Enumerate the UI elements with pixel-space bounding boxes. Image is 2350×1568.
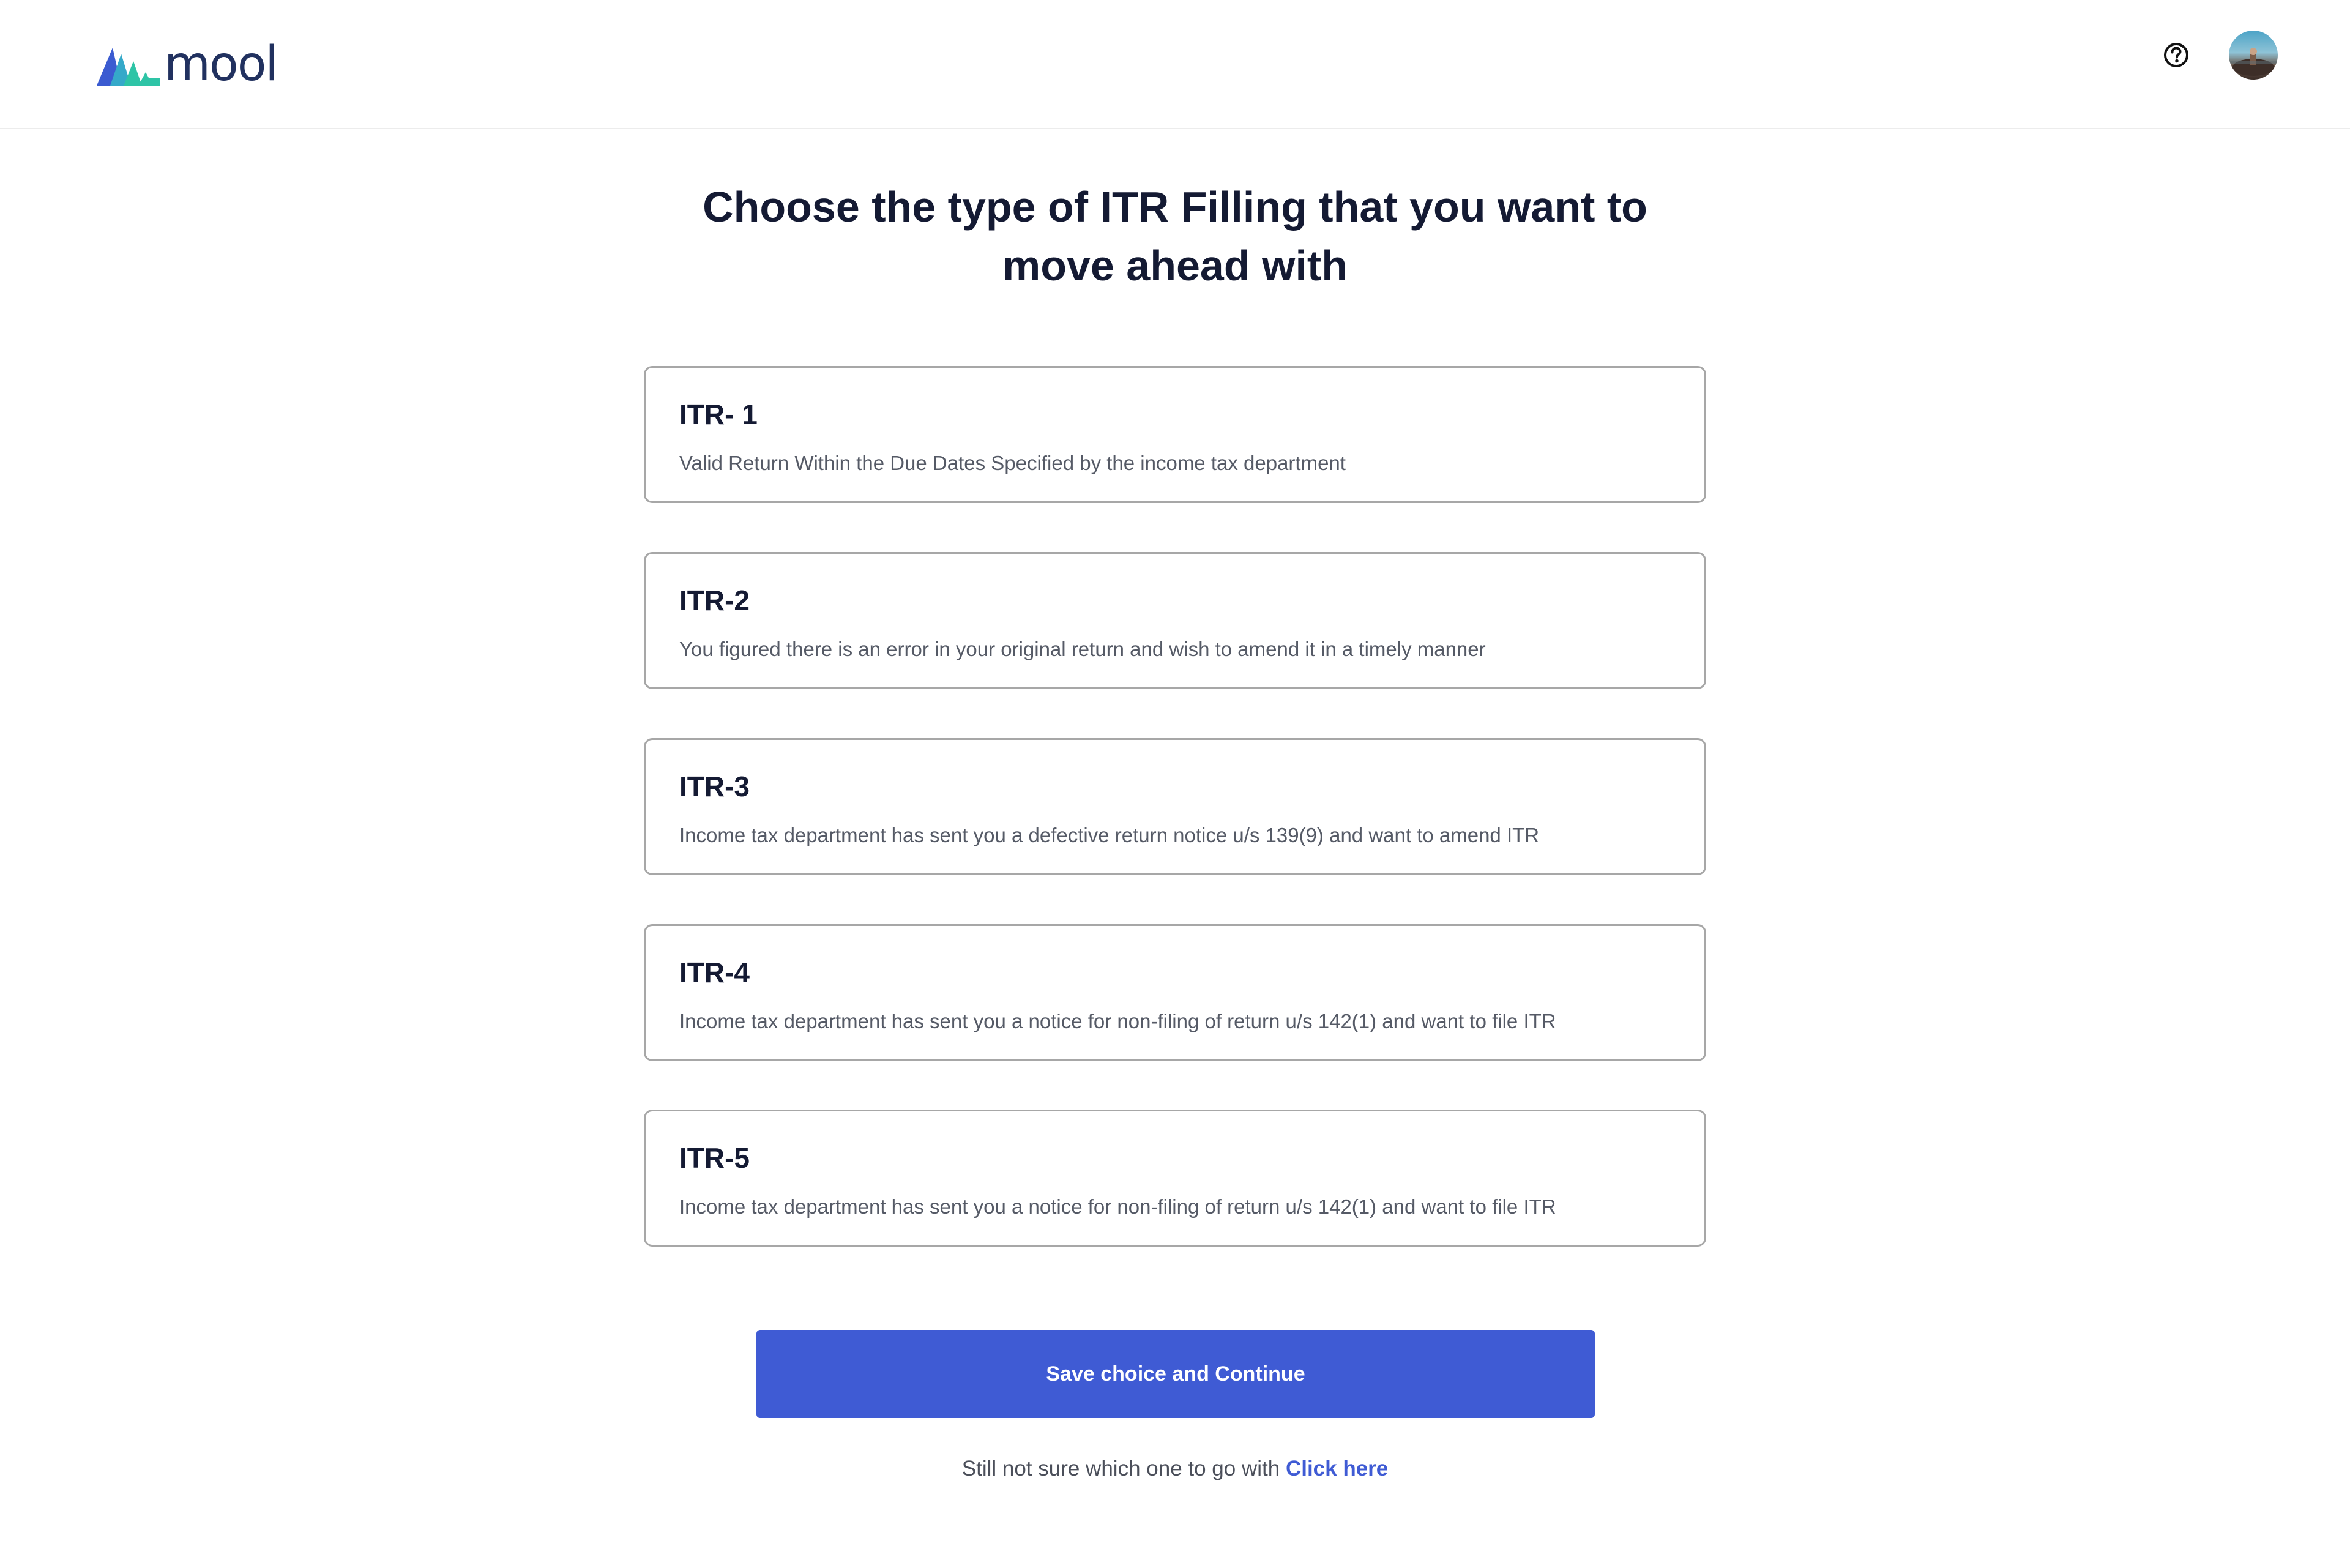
help-hint: Still not sure which one to go with Clic… <box>588 1453 1762 1485</box>
itr-option-description: Valid Return Within the Due Dates Specif… <box>679 452 1346 474</box>
itr-option-2[interactable]: ITR-2 You figured there is an error in y… <box>644 552 1706 689</box>
click-here-link[interactable]: Click here <box>1286 1457 1388 1480</box>
itr-option-description: Income tax department has sent you a not… <box>679 1010 1556 1032</box>
top-header: mool <box>0 0 2350 129</box>
itr-option-title: ITR- 1 <box>679 398 758 430</box>
itr-option-title: ITR-4 <box>679 957 750 988</box>
avatar-photo-icon <box>2229 48 2278 76</box>
help-hint-text: Still not sure which one to go with <box>961 1457 1280 1480</box>
itr-option-1[interactable]: ITR- 1 Valid Return Within the Due Dates… <box>644 366 1706 503</box>
itr-option-title: ITR-5 <box>679 1142 750 1174</box>
question-circle-icon[interactable] <box>2163 42 2190 69</box>
itr-option-title: ITR-3 <box>679 771 750 802</box>
itr-option-description: Income tax department has sent you a not… <box>679 1195 1556 1218</box>
itr-option-title: ITR-2 <box>679 584 750 616</box>
user-avatar[interactable] <box>2229 31 2278 80</box>
brand-name: mool <box>164 37 278 92</box>
itr-option-4[interactable]: ITR-4 Income tax department has sent you… <box>644 924 1706 1061</box>
save-and-continue-button[interactable]: Save choice and Continue <box>756 1330 1595 1418</box>
mool-logo[interactable]: mool <box>97 37 278 92</box>
page-title-line-2: move ahead with <box>1002 242 1348 289</box>
page-title-line-1: Choose the type of ITR Filling that you … <box>703 183 1647 231</box>
itr-option-description: Income tax department has sent you a def… <box>679 824 1540 846</box>
itr-option-description: You figured there is an error in your or… <box>679 638 1486 660</box>
itr-option-3[interactable]: ITR-3 Income tax department has sent you… <box>644 738 1706 875</box>
page-title: Choose the type of ITR Filling that you … <box>588 177 1762 295</box>
itr-option-5[interactable]: ITR-5 Income tax department has sent you… <box>644 1110 1706 1247</box>
mool-logo-mark-icon <box>97 48 160 86</box>
